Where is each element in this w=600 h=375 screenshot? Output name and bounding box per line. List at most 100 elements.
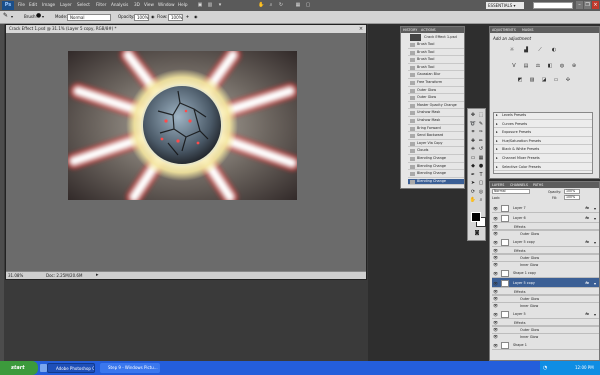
pen-tool-icon[interactable]: ✒	[470, 172, 477, 179]
3d-orbit-tool-icon[interactable]: ◎	[478, 189, 485, 196]
blend-mode-select[interactable]: Normal	[492, 189, 530, 194]
history-item[interactable]: Blending Change	[408, 164, 464, 171]
vibrance-icon[interactable]: V	[510, 63, 518, 70]
history-item[interactable]: Gaussian Blur	[408, 72, 464, 79]
brush-preset-dropdown-icon[interactable]: ▾	[42, 14, 44, 19]
preset-item[interactable]: Channel Mixer Presets	[494, 156, 592, 163]
tab-history[interactable]: HISTORY	[403, 28, 417, 32]
taskbar-picture-viewer[interactable]: Step 9 - Windows Pictu...	[100, 363, 160, 373]
eyedropper-tool-icon[interactable]: ✑	[478, 129, 485, 136]
menu-image[interactable]: Image	[42, 2, 55, 7]
history-item[interactable]: Brush Tool	[408, 65, 464, 72]
type-tool-icon[interactable]: T	[478, 172, 485, 179]
effect-visibility-eye-icon[interactable]: 👁	[493, 289, 498, 294]
preset-item[interactable]: Exposure Presets	[494, 130, 592, 137]
hue-saturation-icon[interactable]: ▤	[522, 63, 530, 70]
tab-paths[interactable]: PATHS	[533, 183, 543, 187]
layer-effect-item[interactable]: 👁 Inner Glow	[492, 302, 599, 308]
opacity-input[interactable]: 100%	[134, 13, 149, 21]
layer-visibility-eye-icon[interactable]: 👁	[493, 281, 498, 286]
zoom-tool-icon[interactable]: ⌕	[268, 2, 274, 8]
close-document-icon[interactable]: ×	[358, 26, 364, 32]
lasso-tool-icon[interactable]: ➰	[470, 121, 477, 128]
layer-visibility-eye-icon[interactable]: 👁	[493, 240, 498, 245]
path-select-tool-icon[interactable]: ➤	[470, 180, 477, 187]
eraser-tool-icon[interactable]: ▭	[470, 155, 477, 162]
layer-effect-item[interactable]: 👁 Outer Glow	[492, 295, 599, 301]
zoom-level-icon[interactable]: ▾	[217, 2, 223, 8]
preset-item[interactable]: Selective Color Presets	[494, 165, 592, 172]
brush-preset-picker-icon[interactable]: ●	[36, 12, 41, 19]
menu-help[interactable]: Help	[178, 2, 188, 7]
layer-visibility-eye-icon[interactable]: 👁	[493, 206, 498, 211]
history-item[interactable]: Layer Via Copy	[408, 141, 464, 148]
layer-opacity-input[interactable]: 100%	[564, 189, 580, 194]
workspace-switcher[interactable]: ESSENTIALS ▾	[486, 2, 524, 9]
help-search-input[interactable]	[533, 2, 573, 9]
history-item[interactable]: Bring Forward	[408, 126, 464, 133]
layer-fill-input[interactable]: 100%	[564, 195, 580, 200]
history-item[interactable]: Unshow Mask	[408, 118, 464, 125]
foreground-color-swatch[interactable]	[471, 212, 481, 222]
menu-layer[interactable]: Layer	[60, 2, 72, 7]
healing-tool-icon[interactable]: ✚	[470, 138, 477, 145]
layer-effects-row[interactable]: 👁 Effects	[492, 319, 599, 326]
history-item[interactable]: Brush Tool	[408, 42, 464, 49]
threshold-icon[interactable]: ◪	[540, 77, 548, 84]
mini-bridge-icon[interactable]: ▥	[207, 2, 213, 8]
crop-tool-icon[interactable]: ⌗	[470, 129, 477, 136]
history-brush-tool-icon[interactable]: ↺	[478, 146, 485, 153]
layer-row[interactable]: 👁 Shape 1 copy	[492, 268, 599, 278]
history-item[interactable]: Blending Change	[408, 156, 464, 163]
effect-visibility-eye-icon[interactable]: 👁	[493, 320, 498, 325]
taskbar-photoshop[interactable]: Adobe Photoshop CS4 ...	[47, 363, 95, 373]
effect-visibility-eye-icon[interactable]: 👁	[493, 231, 498, 236]
channel-mixer-icon[interactable]: ⊕	[570, 63, 578, 70]
effect-visibility-eye-icon[interactable]: 👁	[493, 248, 498, 253]
hand-tool-icon[interactable]: ✋	[470, 197, 477, 204]
history-item[interactable]: Brush Tool	[408, 50, 464, 57]
effect-visibility-eye-icon[interactable]: 👁	[493, 224, 498, 229]
layer-visibility-eye-icon[interactable]: 👁	[493, 271, 498, 276]
layer-row[interactable]: 👁 Layer 5 copy fx ▾	[492, 278, 599, 288]
selective-color-icon[interactable]: ✣	[564, 77, 572, 84]
tab-channels[interactable]: CHANNELS	[510, 183, 528, 187]
mode-select[interactable]: Normal	[67, 13, 111, 21]
history-item[interactable]: Send Backward	[408, 133, 464, 140]
history-item[interactable]: Outer Glow	[408, 88, 464, 95]
gradient-tool-icon[interactable]: ▦	[478, 155, 485, 162]
flow-input[interactable]: 100%	[168, 13, 183, 21]
menu-view[interactable]: View	[144, 2, 154, 7]
tab-actions[interactable]: ACTIONS	[421, 28, 436, 32]
menu-select[interactable]: Select	[77, 2, 90, 7]
layer-effect-item[interactable]: 👁 Outer Glow	[492, 326, 599, 332]
history-item[interactable]: Master Opacity Change	[408, 103, 464, 110]
layer-effects-row[interactable]: 👁 Effects	[492, 223, 599, 230]
layer-effect-item[interactable]: 👁 Outer Glow	[492, 254, 599, 260]
tool-preset-dropdown-icon[interactable]: ▾	[11, 14, 13, 19]
layer-effects-row[interactable]: 👁 Effects	[492, 247, 599, 254]
menu-window[interactable]: Window	[158, 2, 175, 7]
brush-tool-icon[interactable]: ✏	[478, 138, 485, 145]
screen-mode-icon[interactable]: ▢	[305, 2, 311, 8]
hand-tool-icon[interactable]: ✋	[258, 2, 264, 8]
dodge-tool-icon[interactable]: ●	[478, 163, 485, 170]
preset-item[interactable]: Black & White Presets	[494, 147, 592, 154]
canvas-artwork[interactable]	[68, 51, 297, 200]
quick-mask-icon[interactable]: ◙	[474, 230, 481, 237]
brush-tool-icon[interactable]: ✎	[3, 12, 8, 19]
layer-effect-item[interactable]: 👁 Inner Glow	[492, 333, 599, 339]
layer-visibility-eye-icon[interactable]: 👁	[493, 343, 498, 348]
effect-visibility-eye-icon[interactable]: 👁	[493, 327, 498, 332]
tab-adjustments[interactable]: ADJUSTMENTS	[492, 28, 516, 32]
layer-visibility-eye-icon[interactable]: 👁	[493, 312, 498, 317]
history-item[interactable]: Blending Change	[408, 178, 464, 186]
start-button[interactable]: start	[0, 361, 38, 375]
menu-filter[interactable]: Filter	[96, 2, 106, 7]
tray-icon[interactable]: ◔	[543, 365, 547, 371]
layer-row[interactable]: 👁 Layer 7 fx ▾	[492, 203, 599, 213]
menu-file[interactable]: File	[18, 2, 25, 7]
menu-3d[interactable]: 3D	[134, 2, 140, 7]
effect-visibility-eye-icon[interactable]: 👁	[493, 296, 498, 301]
posterize-icon[interactable]: ▨	[528, 77, 536, 84]
